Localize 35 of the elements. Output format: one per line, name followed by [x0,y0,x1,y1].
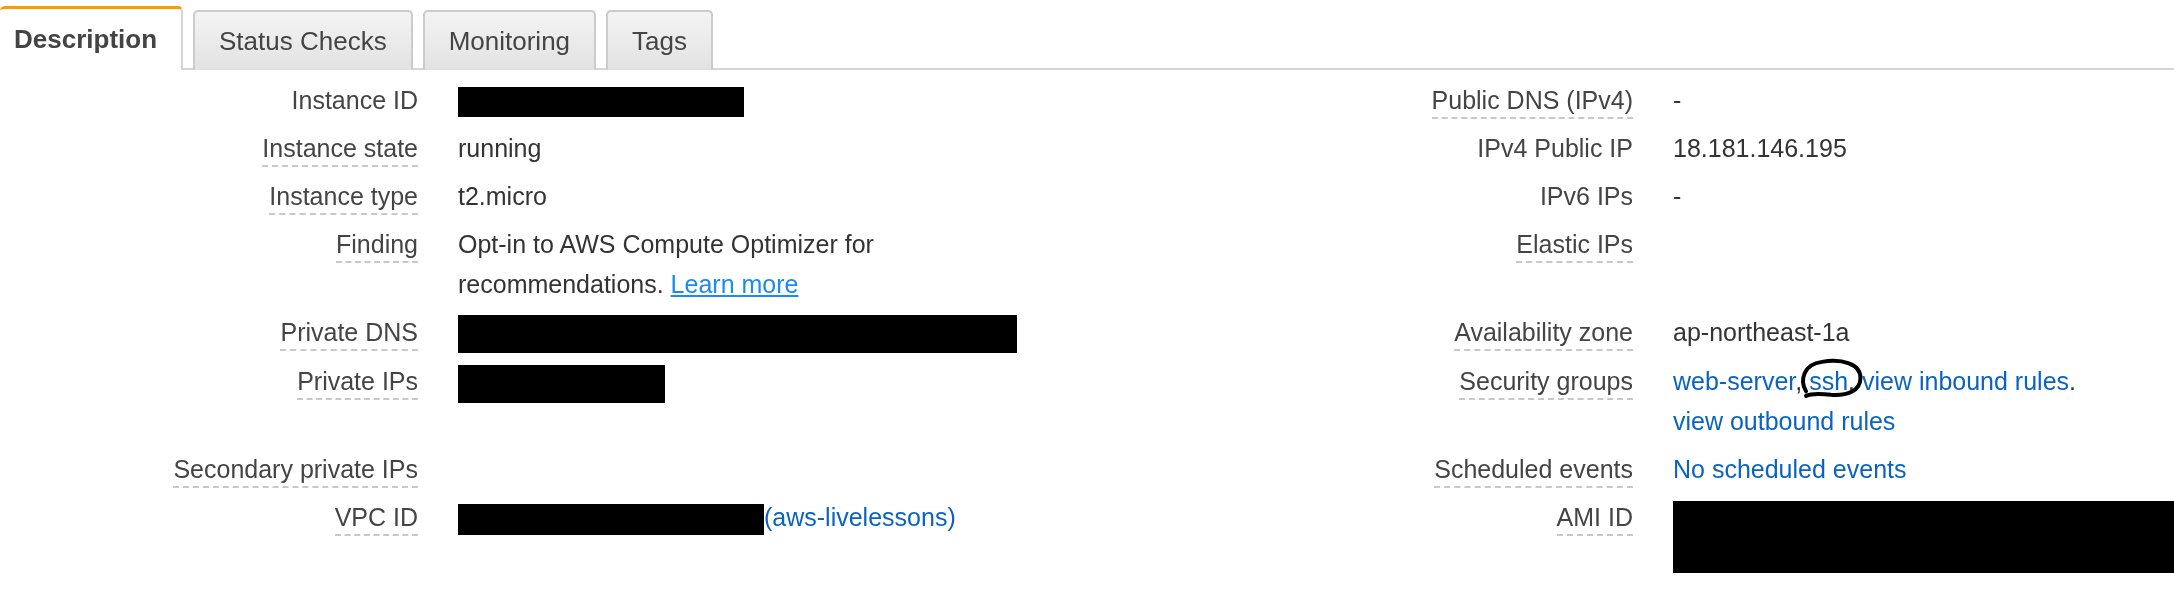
field-value: t2.micro [458,182,547,210]
tab[interactable]: Tags [606,10,713,70]
field-label: VPC ID [334,500,418,537]
field-label: Instance ID [291,85,418,116]
link[interactable]: (aws-livelessons) [764,503,956,532]
link[interactable]: ssh [1809,367,1849,396]
field-label: Availability zone [1454,315,1633,351]
field-label: Instance state [262,131,418,167]
link[interactable]: view inbound rules [1862,367,2070,396]
field-label: Private DNS [280,315,418,351]
tab[interactable]: Description [0,6,184,70]
field-value: - [1673,182,1682,210]
field-value: ap-northeast-1a [1673,318,1850,346]
tab[interactable]: Status Checks [193,10,413,70]
field-label: Security groups [1459,364,1633,401]
link[interactable]: No scheduled events [1673,455,1907,484]
field-value: Opt-in to AWS Compute Optimizer for recommendations. Learn more [458,230,875,298]
field-label: IPv6 IPs [1539,181,1633,212]
link[interactable]: Learn more [670,270,799,298]
field-label: Scheduled events [1434,452,1633,489]
link[interactable]: web-server [1673,367,1796,396]
field-label: IPv4 Public IP [1477,133,1633,164]
field-value: running [458,134,542,162]
field-label: Public DNS (IPv4) [1431,83,1633,119]
tab[interactable]: Monitoring [422,10,597,70]
link[interactable]: view outbound rules [1673,407,1896,436]
field-value: 18.181.146.195 [1673,134,1847,162]
field-label: Instance type [269,179,418,215]
field-value: web-server, ssh. view inbound rules. view outbound rules [1673,367,2083,436]
field-label: Secondary private IPs [173,452,418,489]
field-label: Finding [336,227,418,263]
field-label: Private IPs [297,364,418,401]
field-value: - [1673,86,1682,114]
field-label: AMI ID [1556,500,1633,537]
field-label: Elastic IPs [1516,227,1633,263]
